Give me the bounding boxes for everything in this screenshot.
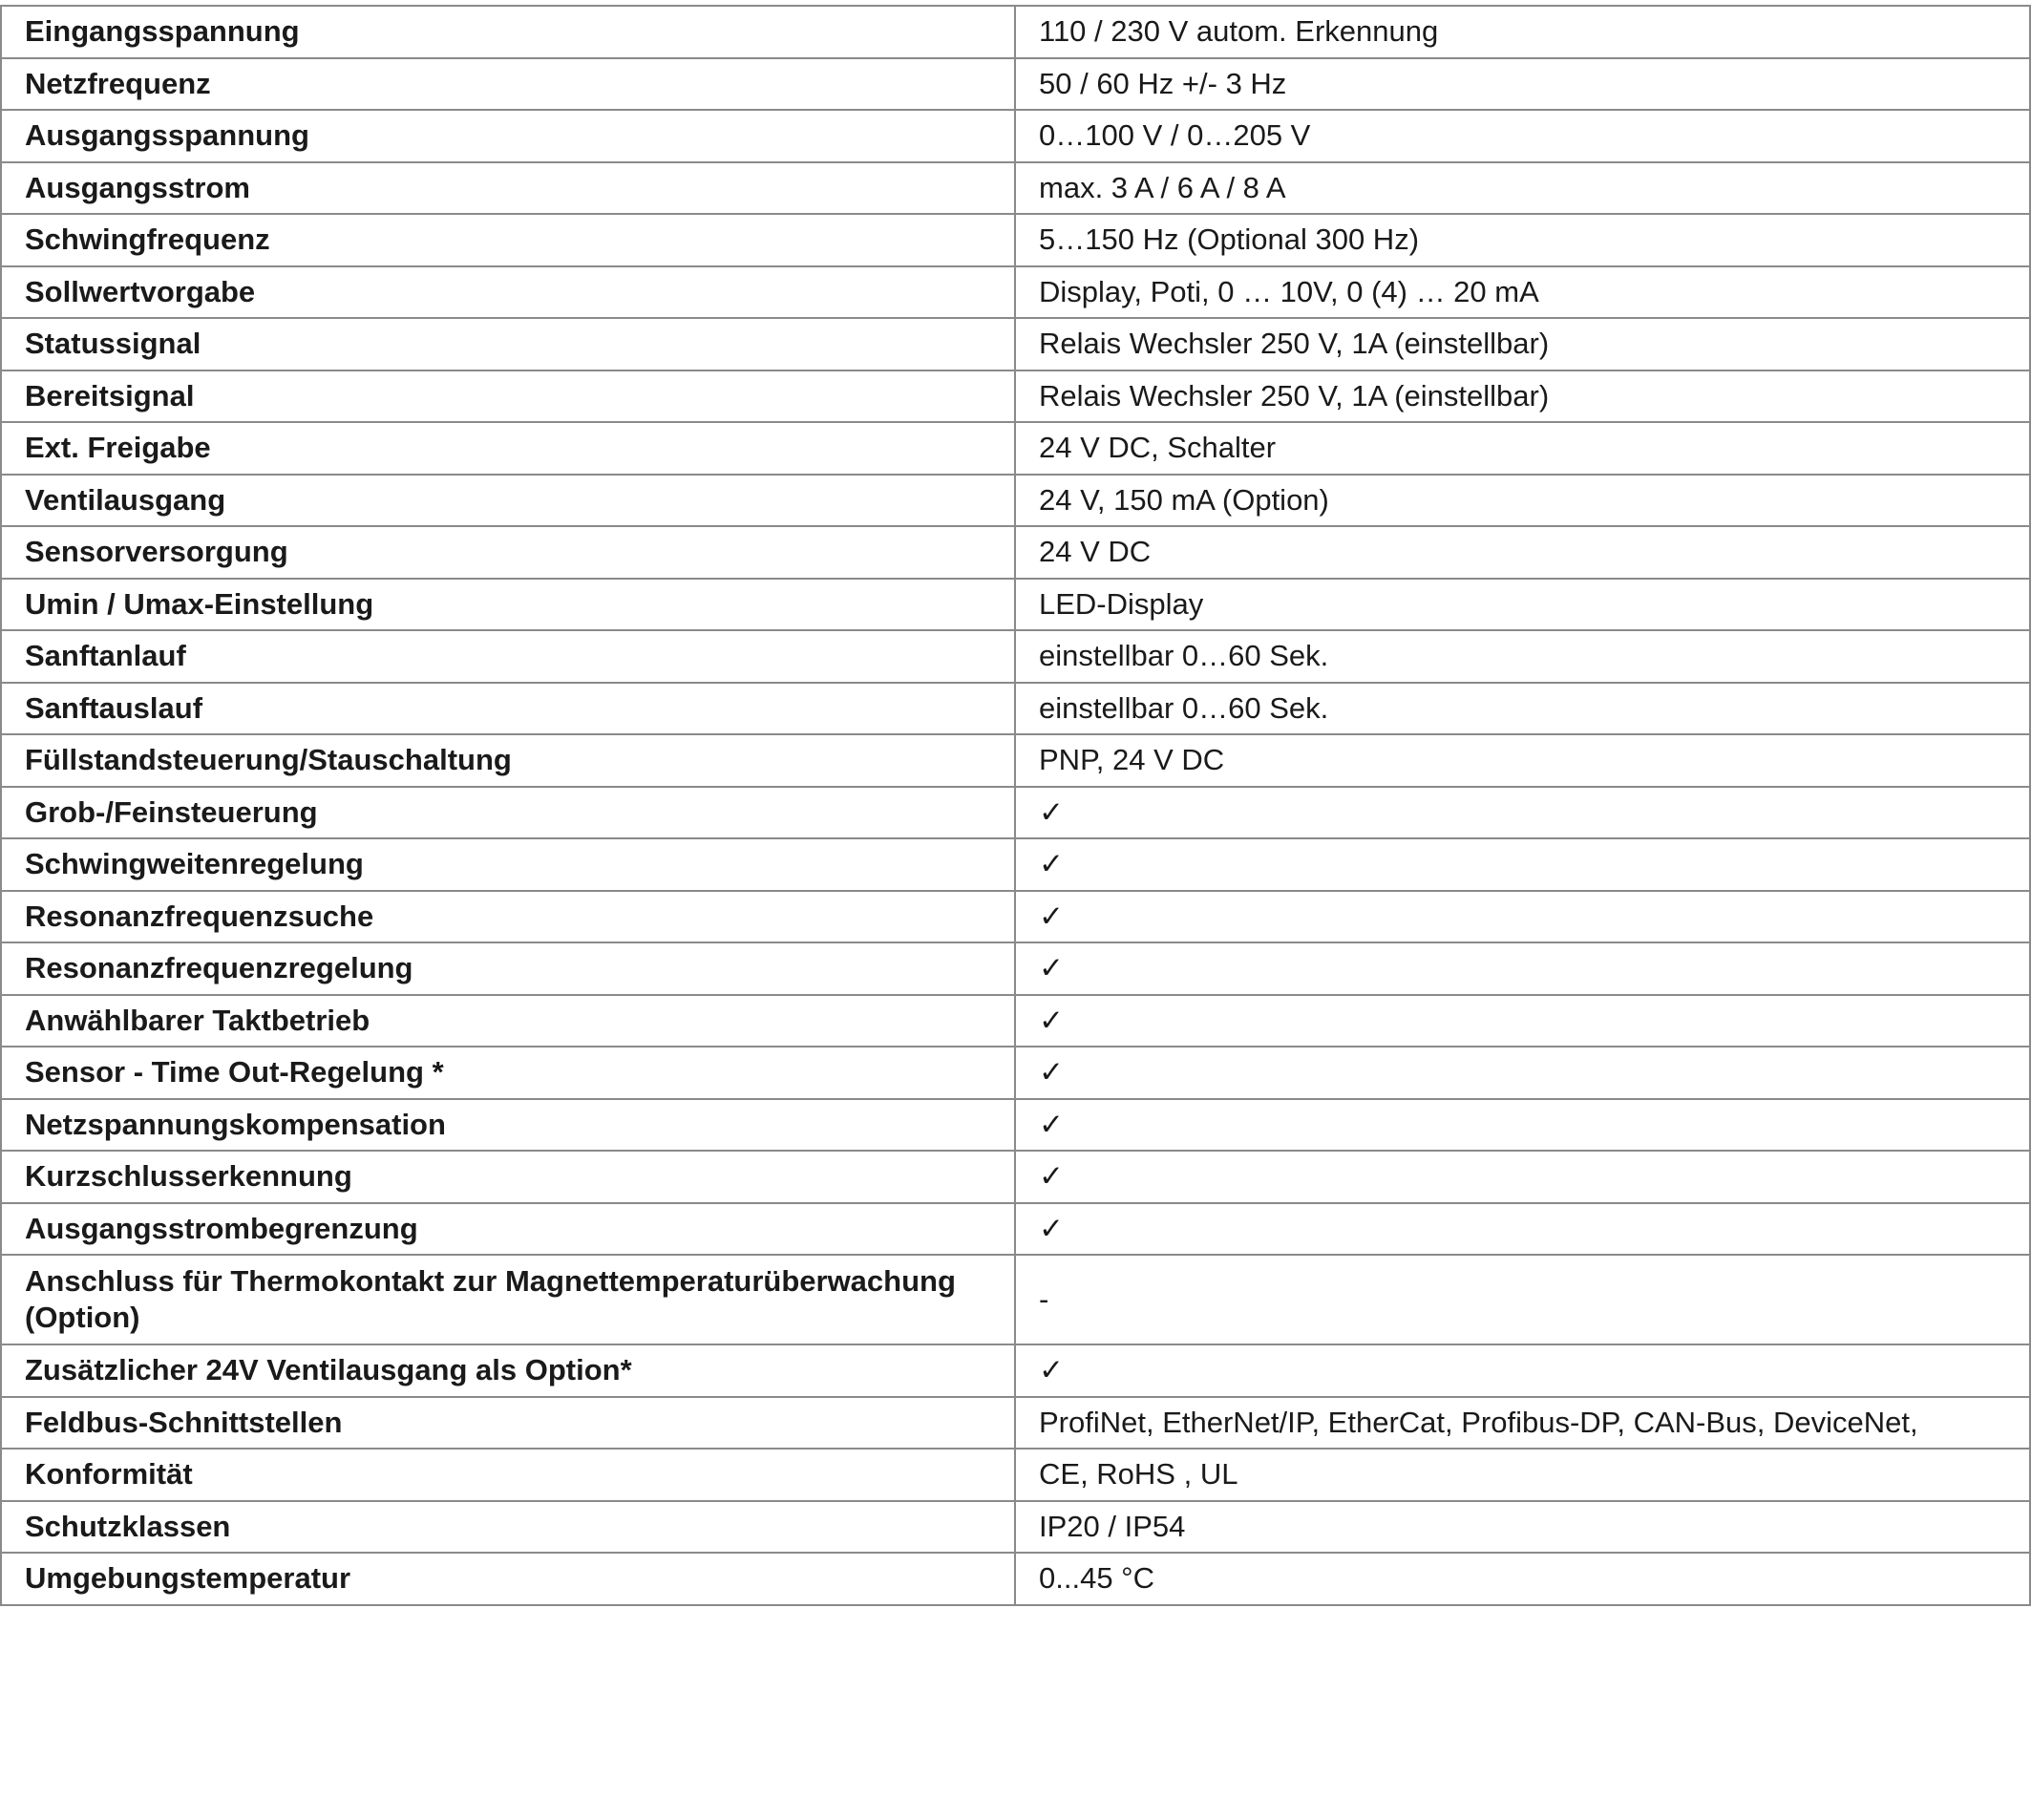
spec-label: Feldbus-Schnittstellen <box>0 1395 1016 1450</box>
spec-label: Ventilausgang <box>0 473 1016 527</box>
table-row: Feldbus-Schnittstellen ProfiNet, EtherNe… <box>0 1395 2031 1450</box>
table-row: Ausgangsstrombegrenzung ✓ <box>0 1201 2031 1256</box>
check-mark-icon: ✓ <box>1014 889 2031 943</box>
table-row: Grob-/Feinsteuerung ✓ <box>0 785 2031 839</box>
spec-label: Schwingweitenregelung <box>0 837 1016 892</box>
spec-value: 0…100 V / 0…205 V <box>1014 109 2031 163</box>
table-row: Konformität CE, RoHS , UL <box>0 1448 2031 1502</box>
spec-label: Konformität <box>0 1448 1016 1502</box>
spec-label: Sensorversorgung <box>0 525 1016 580</box>
spec-label: Ausgangsstrombegrenzung <box>0 1201 1016 1256</box>
spec-label: Ext. Freigabe <box>0 421 1016 476</box>
spec-value: 50 / 60 Hz +/- 3 Hz <box>1014 56 2031 111</box>
table-row: Kurzschlusserkennung ✓ <box>0 1150 2031 1204</box>
table-row: Ventilausgang 24 V, 150 mA (Option) <box>0 473 2031 527</box>
table-row: Netzspannungskompensation ✓ <box>0 1097 2031 1152</box>
spec-label: Resonanzfrequenzregelung <box>0 942 1016 996</box>
spec-value: 24 V DC, Schalter <box>1014 421 2031 476</box>
table-row: Bereitsignal Relais Wechsler 250 V, 1A (… <box>0 369 2031 423</box>
table-row: Sensor - Time Out-Regelung * ✓ <box>0 1046 2031 1100</box>
spec-label: Sollwertvorgabe <box>0 265 1016 319</box>
spec-label: Ausgangsstrom <box>0 160 1016 215</box>
table-row: Sollwertvorgabe Display, Poti, 0 … 10V, … <box>0 265 2031 319</box>
table-row: Ext. Freigabe 24 V DC, Schalter <box>0 421 2031 476</box>
spec-label: Anwählbarer Taktbetrieb <box>0 993 1016 1048</box>
spec-value: Relais Wechsler 250 V, 1A (einstellbar) <box>1014 317 2031 371</box>
spec-value: 24 V DC <box>1014 525 2031 580</box>
spec-value: 24 V, 150 mA (Option) <box>1014 473 2031 527</box>
spec-label: Bereitsignal <box>0 369 1016 423</box>
table-row: Eingangsspannung 110 / 230 V autom. Erke… <box>0 5 2031 59</box>
table-row: Ausgangsstrom max. 3 A / 6 A / 8 A <box>0 160 2031 215</box>
table-row: Sensorversorgung 24 V DC <box>0 525 2031 580</box>
spec-value: einstellbar 0…60 Sek. <box>1014 629 2031 684</box>
table-row: Anschluss für Thermokontakt zur Magnette… <box>0 1254 2031 1345</box>
spec-label: Schwingfrequenz <box>0 213 1016 267</box>
spec-value: CE, RoHS , UL <box>1014 1448 2031 1502</box>
table-row: Umgebungstemperatur 0...45 °C <box>0 1552 2031 1606</box>
check-mark-icon: ✓ <box>1014 1097 2031 1152</box>
table-row: Anwählbarer Taktbetrieb ✓ <box>0 993 2031 1048</box>
spec-label: Anschluss für Thermokontakt zur Magnette… <box>0 1254 1016 1345</box>
spec-label: Ausgangsspannung <box>0 109 1016 163</box>
spec-label: Zusätzlicher 24V Ventilausgang als Optio… <box>0 1344 1016 1398</box>
check-mark-icon: ✓ <box>1014 1201 2031 1256</box>
spec-label: Eingangsspannung <box>0 5 1016 59</box>
table-row: Umin / Umax-Einstellung LED-Display <box>0 577 2031 631</box>
check-mark-icon: ✓ <box>1014 993 2031 1048</box>
spec-label: Resonanzfrequenzsuche <box>0 889 1016 943</box>
spec-label: Grob-/Feinsteuerung <box>0 785 1016 839</box>
table-row: Schwingfrequenz 5…150 Hz (Optional 300 H… <box>0 213 2031 267</box>
check-mark-icon: ✓ <box>1014 837 2031 892</box>
spec-label: Netzfrequenz <box>0 56 1016 111</box>
check-mark-icon: ✓ <box>1014 1344 2031 1398</box>
spec-value: IP20 / IP54 <box>1014 1499 2031 1554</box>
check-mark-icon: ✓ <box>1014 785 2031 839</box>
spec-value: PNP, 24 V DC <box>1014 733 2031 788</box>
table-row: Netzfrequenz 50 / 60 Hz +/- 3 Hz <box>0 56 2031 111</box>
table-row: Resonanzfrequenzsuche ✓ <box>0 889 2031 943</box>
spec-value: - <box>1014 1254 2031 1345</box>
spec-value: max. 3 A / 6 A / 8 A <box>1014 160 2031 215</box>
check-mark-icon: ✓ <box>1014 942 2031 996</box>
check-mark-icon: ✓ <box>1014 1150 2031 1204</box>
table-row: Zusätzlicher 24V Ventilausgang als Optio… <box>0 1344 2031 1398</box>
spec-label: Umin / Umax-Einstellung <box>0 577 1016 631</box>
spec-label: Sanftauslauf <box>0 681 1016 735</box>
spec-value: LED-Display <box>1014 577 2031 631</box>
check-mark-icon: ✓ <box>1014 1046 2031 1100</box>
spec-label: Schutzklassen <box>0 1499 1016 1554</box>
spec-value: ProfiNet, EtherNet/IP, EtherCat, Profibu… <box>1014 1395 2031 1450</box>
table-row: Füllstandsteuerung/Stauschaltung PNP, 24… <box>0 733 2031 788</box>
spec-value: 0...45 °C <box>1014 1552 2031 1606</box>
spec-value: 110 / 230 V autom. Erkennung <box>1014 5 2031 59</box>
spec-label: Netzspannungskompensation <box>0 1097 1016 1152</box>
spec-value: Display, Poti, 0 … 10V, 0 (4) … 20 mA <box>1014 265 2031 319</box>
spec-label: Statussignal <box>0 317 1016 371</box>
table-row: Resonanzfrequenzregelung ✓ <box>0 942 2031 996</box>
spec-label: Sanftanlauf <box>0 629 1016 684</box>
table-row: Sanftanlauf einstellbar 0…60 Sek. <box>0 629 2031 684</box>
table-row: Schutzklassen IP20 / IP54 <box>0 1499 2031 1554</box>
table-row: Statussignal Relais Wechsler 250 V, 1A (… <box>0 317 2031 371</box>
spec-table: Eingangsspannung 110 / 230 V autom. Erke… <box>0 5 2031 1606</box>
spec-label: Sensor - Time Out-Regelung * <box>0 1046 1016 1100</box>
table-row: Schwingweitenregelung ✓ <box>0 837 2031 892</box>
spec-value: einstellbar 0…60 Sek. <box>1014 681 2031 735</box>
table-row: Ausgangsspannung 0…100 V / 0…205 V <box>0 109 2031 163</box>
table-row: Sanftauslauf einstellbar 0…60 Sek. <box>0 681 2031 735</box>
spec-label: Umgebungstemperatur <box>0 1552 1016 1606</box>
spec-value: 5…150 Hz (Optional 300 Hz) <box>1014 213 2031 267</box>
spec-label: Kurzschlusserkennung <box>0 1150 1016 1204</box>
spec-label: Füllstandsteuerung/Stauschaltung <box>0 733 1016 788</box>
spec-value: Relais Wechsler 250 V, 1A (einstellbar) <box>1014 369 2031 423</box>
